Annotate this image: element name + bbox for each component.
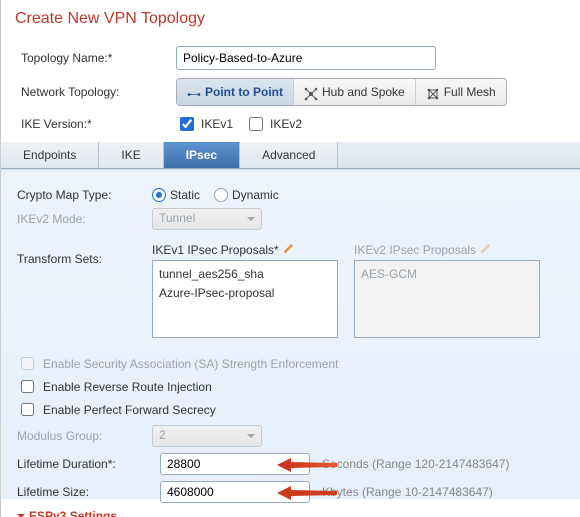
lifetime-size-label: Lifetime Size: [17, 485, 152, 499]
topology-hub-label: Hub and Spoke [322, 85, 405, 99]
lifetime-duration-hint: Seconds (Range 120-2147483647) [322, 457, 509, 471]
network-topology-label: Network Topology: [21, 85, 176, 99]
pfs-row[interactable]: Enable Perfect Forward Secrecy [17, 400, 564, 419]
rri-checkbox[interactable] [21, 380, 34, 393]
ikev2-proposals-list: AES-GCM [354, 260, 540, 338]
page-title: Create New VPN Topology [1, 0, 580, 34]
ikev2-mode-select: Tunnel [152, 208, 262, 230]
topology-name-label: Topology Name:* [21, 51, 176, 65]
list-item[interactable]: tunnel_aes256_sha [159, 265, 331, 284]
tab-ipsec[interactable]: IPsec [164, 142, 240, 168]
transform-sets-label: Transform Sets: [17, 236, 152, 266]
ipsec-panel: Crypto Map Type: Static Dynamic IKEv2 Mo… [1, 169, 580, 499]
ikev2-label: IKEv2 [270, 117, 302, 131]
modulus-group-select: 2 [152, 425, 262, 447]
sa-enforcement-checkbox [21, 357, 34, 370]
ikev1-proposals-list[interactable]: tunnel_aes256_sha Azure-IPsec-proposal [152, 260, 338, 338]
lifetime-duration-label: Lifetime Duration*: [17, 457, 152, 471]
p2p-icon [187, 87, 201, 97]
ikev1-proposals-header: IKEv1 IPsec Proposals* [152, 242, 338, 257]
caret-down-icon [17, 514, 25, 517]
topology-full-label: Full Mesh [444, 85, 496, 99]
lifetime-size-input[interactable] [160, 481, 310, 503]
tab-ike[interactable]: IKE [99, 142, 163, 168]
ikev1-proposals-label: IKEv1 IPsec Proposals* [152, 243, 279, 257]
espv3-settings-toggle[interactable]: ESPv3 Settings [17, 509, 564, 517]
lifetime-duration-input[interactable] [160, 453, 310, 475]
sa-enforcement-label: Enable Security Association (SA) Strengt… [43, 357, 338, 371]
crypto-dynamic-option[interactable]: Dynamic [214, 188, 279, 202]
ikev2-proposals-header: IKEv2 IPsec Proposals [354, 242, 540, 257]
network-topology-group: Point to Point Hub and Spoke Full Mesh [176, 78, 507, 106]
tab-advanced[interactable]: Advanced [240, 142, 338, 168]
pencil-icon [480, 242, 492, 257]
static-label: Static [170, 188, 200, 202]
tab-endpoints[interactable]: Endpoints [1, 142, 99, 168]
ike-version-label: IKE Version:* [21, 117, 176, 131]
ikev1-checkbox[interactable] [180, 117, 194, 131]
topology-hub-spoke[interactable]: Hub and Spoke [293, 79, 415, 105]
rri-row[interactable]: Enable Reverse Route Injection [17, 377, 564, 396]
sa-enforcement-row: Enable Security Association (SA) Strengt… [17, 354, 564, 373]
ikev2-option[interactable]: IKEv2 [245, 114, 302, 134]
pfs-checkbox[interactable] [21, 403, 34, 416]
radio-static[interactable] [152, 188, 166, 202]
ikev2-mode-label: IKEv2 Mode: [17, 212, 152, 226]
ikev2-checkbox[interactable] [249, 117, 263, 131]
full-mesh-icon [426, 87, 440, 97]
radio-dynamic[interactable] [214, 188, 228, 202]
topology-point-to-point[interactable]: Point to Point [177, 79, 293, 105]
lifetime-size-hint: Kbytes (Range 10-2147483647) [322, 485, 493, 499]
crypto-static-option[interactable]: Static [152, 188, 200, 202]
dynamic-label: Dynamic [232, 188, 279, 202]
crypto-map-label: Crypto Map Type: [17, 188, 152, 202]
rri-label: Enable Reverse Route Injection [43, 380, 212, 394]
ikev1-option[interactable]: IKEv1 [176, 114, 233, 134]
topology-full-mesh[interactable]: Full Mesh [415, 79, 506, 105]
ikev1-label: IKEv1 [201, 117, 233, 131]
espv3-settings-label: ESPv3 Settings [29, 509, 117, 517]
topology-name-input[interactable] [176, 46, 436, 70]
list-item[interactable]: Azure-IPsec-proposal [159, 284, 331, 303]
ikev2-proposals-label: IKEv2 IPsec Proposals [354, 243, 476, 257]
modulus-group-label: Modulus Group: [17, 429, 152, 443]
list-item: AES-GCM [361, 265, 533, 284]
pfs-label: Enable Perfect Forward Secrecy [43, 403, 216, 417]
tab-bar: Endpoints IKE IPsec Advanced [1, 142, 580, 169]
hub-spoke-icon [304, 87, 318, 97]
pencil-icon[interactable] [283, 242, 295, 257]
topology-p2p-label: Point to Point [205, 85, 283, 99]
